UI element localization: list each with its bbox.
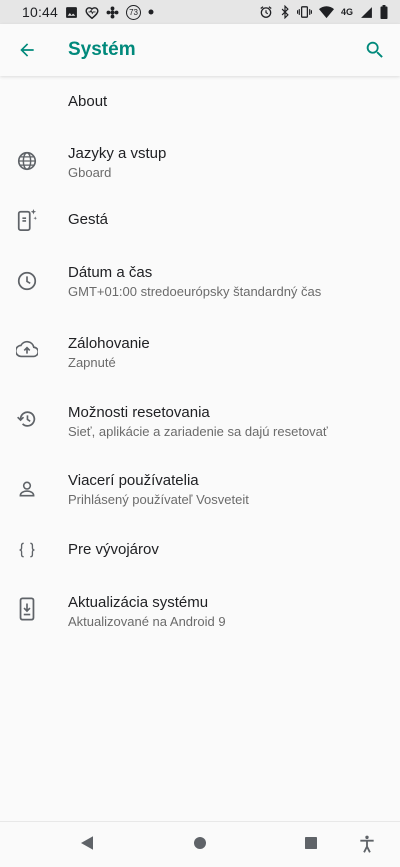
recents-icon[interactable] [302,834,320,852]
cloud-upload-icon [14,337,40,363]
settings-item-label: Aktualizácia systému [68,594,209,611]
settings-item-label: Zálohovanie [68,335,150,352]
history-icon [14,406,40,432]
network-type-label: 4G [340,7,353,17]
settings-item-label: Viacerí používatelia [68,472,199,489]
settings-item-label: Jazyky a vstup [68,145,167,162]
clock-icon [14,268,40,294]
settings-item-reset[interactable]: Možnosti resetovania Sieť, aplikácie a z… [0,385,400,454]
settings-item-languages[interactable]: Jazyky a vstup Gboard [0,128,400,194]
signal-icon [360,6,373,19]
globe-icon [14,148,40,174]
accessibility-icon[interactable] [357,834,377,854]
settings-item-label: About [68,93,108,110]
wifi-icon [318,5,334,19]
page-title: Systém [68,39,136,60]
settings-item-summary: Gboard [68,165,112,180]
person-icon [14,476,40,502]
navigation-bar [0,821,400,867]
settings-item-summary: GMT+01:00 stredoeurópsky štandardný čas [68,284,322,299]
dot-icon [148,9,154,15]
back-icon[interactable] [78,834,96,852]
settings-item-summary: Zapnuté [68,355,116,370]
image-icon [65,6,78,19]
gesture-phone-icon [14,207,40,233]
badge-73-icon: 73 [126,4,142,20]
home-icon[interactable] [191,834,209,852]
back-arrow-icon[interactable] [14,37,40,63]
bluetooth-icon [280,5,290,19]
settings-item-users[interactable]: Viacerí používatelia Prihlásený používat… [0,454,400,524]
app-bar: Systém [0,24,400,76]
settings-item-system-update[interactable]: Aktualizácia systému Aktualizované na An… [0,576,400,644]
settings-item-gestures[interactable]: Gestá [0,194,400,246]
settings-item-backup[interactable]: Zálohovanie Zapnuté [0,316,400,385]
settings-item-developer[interactable]: Pre vývojárov [0,524,400,576]
search-icon[interactable] [362,37,388,63]
alarm-icon [259,5,273,19]
settings-item-about[interactable]: About [0,76,400,128]
status-time: 10:44 [22,4,59,20]
settings-item-label: Dátum a čas [68,264,153,281]
battery-icon [380,5,388,19]
settings-item-summary: Sieť, aplikácie a zariadenie sa dajú res… [68,424,328,439]
settings-item-label: Možnosti resetovania [68,404,210,421]
braces-icon [14,537,40,563]
settings-item-date-time[interactable]: Dátum a čas GMT+01:00 stredoeurópsky šta… [0,246,400,316]
system-update-icon [14,596,40,622]
settings-item-summary: Aktualizované na Android 9 [68,614,226,629]
settings-item-label: Pre vývojárov [68,541,159,558]
heart-icon [85,6,99,19]
vibrate-icon [296,5,312,19]
settings-item-label: Gestá [68,211,109,228]
settings-item-summary: Prihlásený používateľ Vosveteit [68,492,249,507]
flower-icon [106,6,119,19]
status-bar: 10:44 73 4G [0,0,400,24]
